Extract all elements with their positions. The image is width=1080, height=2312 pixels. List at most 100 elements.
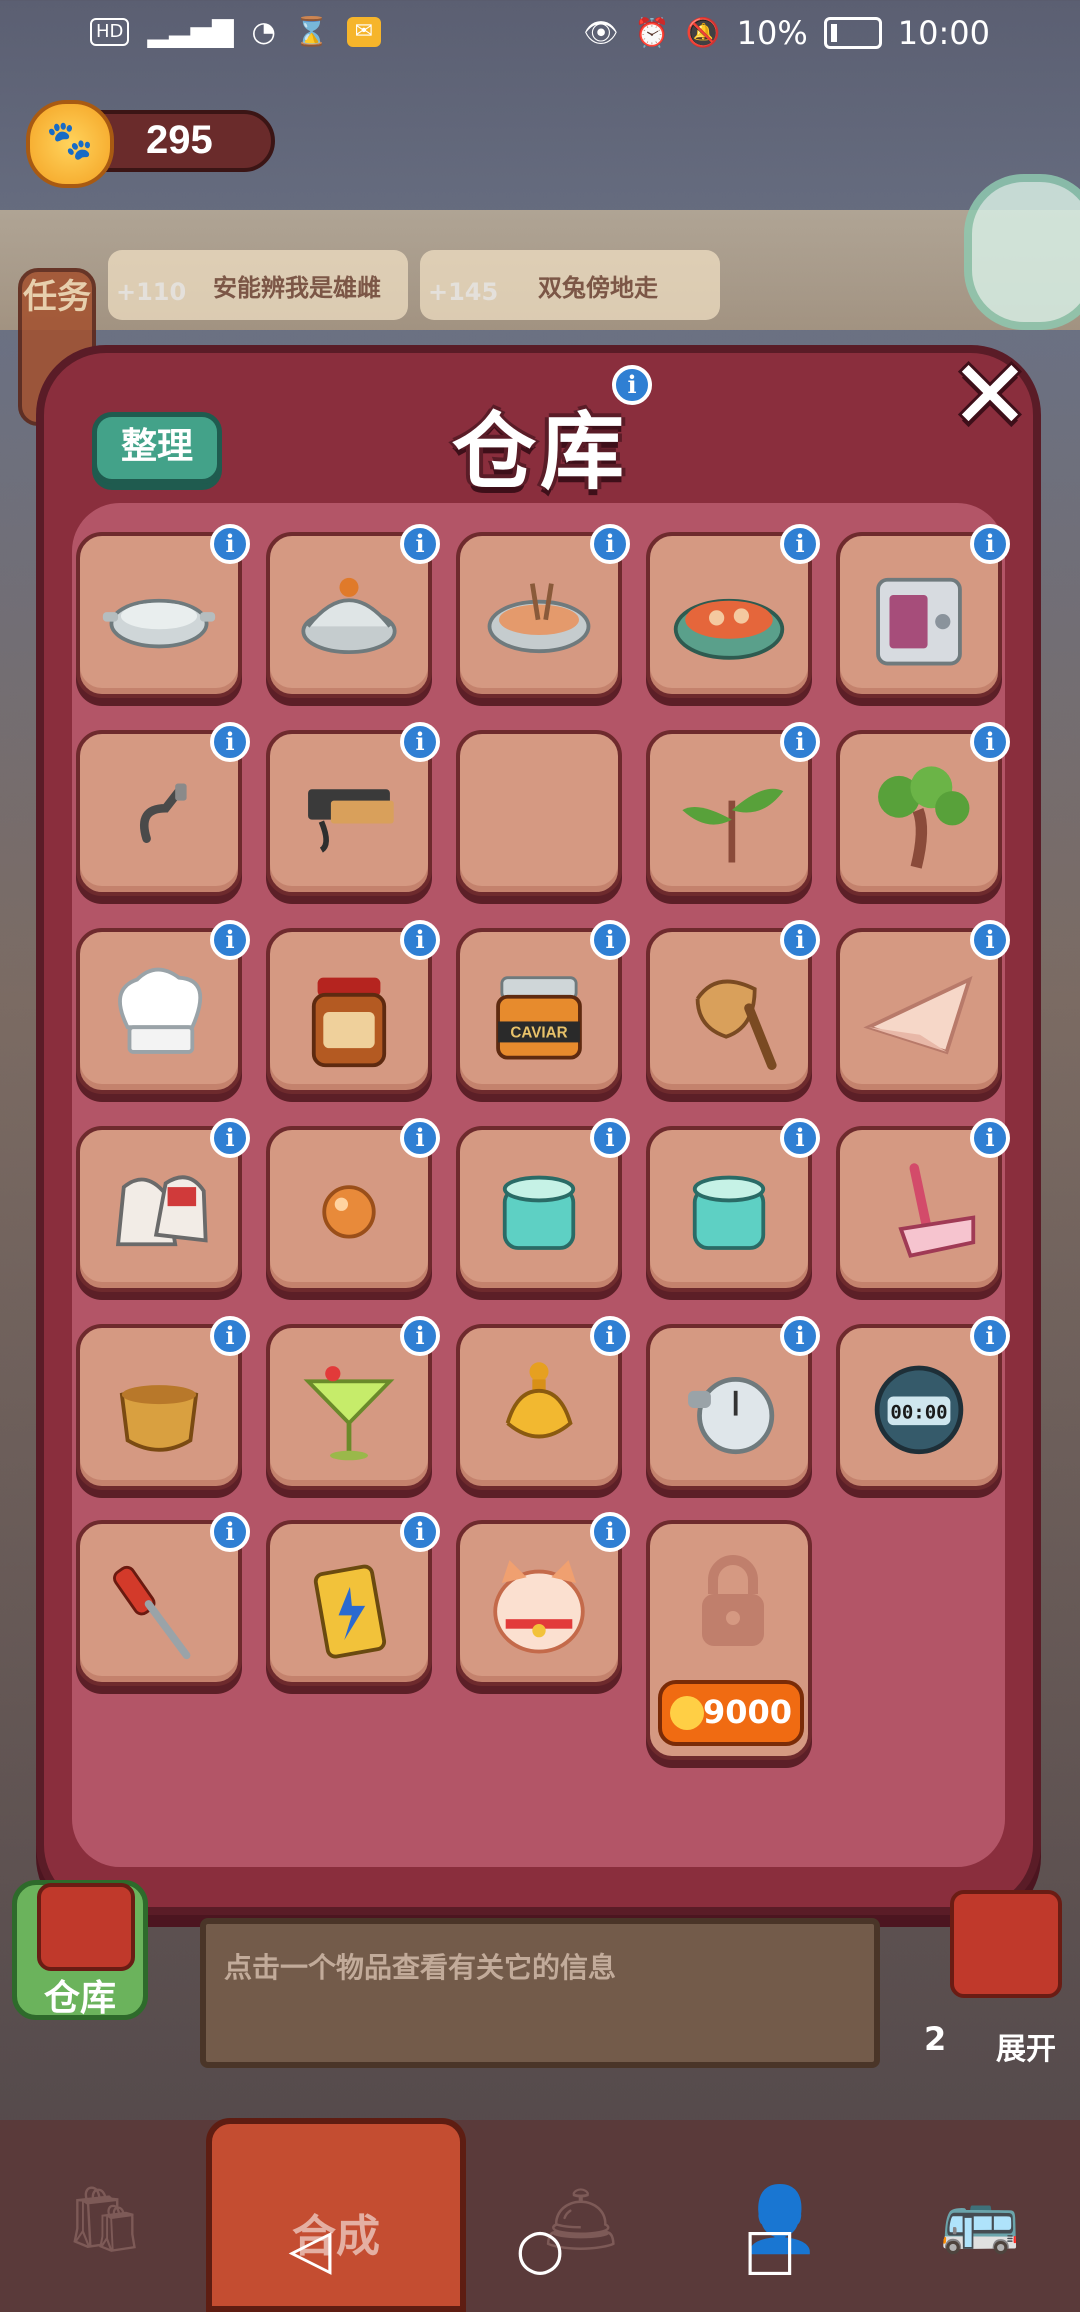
caviar-jar-icon: CAVIAR bbox=[496, 976, 582, 1060]
item-slot[interactable]: i bbox=[456, 1512, 630, 1686]
item-info-icon[interactable]: i bbox=[400, 1118, 440, 1158]
item-slot[interactable]: i bbox=[76, 1316, 250, 1490]
hotpot-icon bbox=[673, 598, 785, 660]
item-info-icon[interactable]: i bbox=[590, 1118, 630, 1158]
screwdriver-icon bbox=[113, 1565, 191, 1660]
item-info-icon[interactable]: i bbox=[400, 920, 440, 960]
hint-text: 点击一个物品查看有关它的信息 bbox=[224, 1951, 617, 1984]
home-icon[interactable]: ○ bbox=[510, 2220, 570, 2280]
item-slot[interactable]: i bbox=[266, 1118, 440, 1292]
sort-button[interactable]: 整理 bbox=[92, 412, 222, 484]
expand-label: 展开 bbox=[996, 2032, 1056, 2067]
close-icon[interactable]: ✕ bbox=[945, 347, 1035, 443]
warehouse-button[interactable]: 仓库 bbox=[12, 1880, 148, 2020]
item-info-icon[interactable]: i bbox=[970, 920, 1010, 960]
small-tree-icon bbox=[878, 766, 970, 869]
item-slot[interactable]: i bbox=[266, 1512, 440, 1686]
wooden-bowl-icon bbox=[119, 1385, 199, 1452]
item-slot[interactable]: i bbox=[836, 920, 1010, 1094]
hourglass-icon: ⌛ bbox=[293, 15, 329, 48]
item-info-icon[interactable]: i bbox=[590, 920, 630, 960]
item-slot[interactable]: i bbox=[76, 722, 250, 896]
item-slot[interactable]: i bbox=[266, 920, 440, 1094]
item-slot[interactable]: i bbox=[836, 1118, 1010, 1292]
item-info-icon[interactable]: i bbox=[780, 722, 820, 762]
chat-button[interactable] bbox=[964, 174, 1080, 330]
chest-icon bbox=[37, 1883, 135, 1971]
item-info-icon[interactable]: i bbox=[210, 1316, 250, 1356]
item-slot[interactable]: 00:00 i bbox=[836, 1316, 1010, 1490]
item-info-icon[interactable]: i bbox=[210, 1512, 250, 1552]
wooden-mallet-icon bbox=[695, 979, 777, 1071]
item-slot[interactable]: i bbox=[646, 920, 820, 1094]
task-chip[interactable]: +110 安能辨我是雄雌 bbox=[108, 250, 408, 320]
stopwatch-icon bbox=[688, 1377, 775, 1455]
energy-drink-icon bbox=[313, 1564, 387, 1659]
currency-amount: 295 bbox=[146, 118, 213, 162]
item-slot[interactable] bbox=[456, 730, 622, 896]
item-info-icon[interactable]: i bbox=[590, 1316, 630, 1356]
item-info-icon[interactable]: i bbox=[210, 1118, 250, 1158]
item-slot[interactable]: i bbox=[266, 524, 440, 698]
unlock-price-button[interactable]: 9000 bbox=[658, 1680, 804, 1746]
orange-ball-icon bbox=[322, 1185, 376, 1239]
paw-coin-icon: 🐾 bbox=[26, 100, 114, 188]
item-info-icon[interactable]: i bbox=[780, 920, 820, 960]
item-slot[interactable]: i bbox=[456, 1118, 630, 1292]
item-info-icon[interactable]: i bbox=[590, 524, 630, 564]
unlock-price: 9000 bbox=[702, 1693, 792, 1731]
item-slot[interactable]: i bbox=[456, 1316, 630, 1490]
item-info-icon[interactable]: i bbox=[400, 524, 440, 564]
item-info-icon[interactable]: i bbox=[970, 722, 1010, 762]
item-slot[interactable]: i bbox=[836, 722, 1010, 896]
item-slot[interactable]: i bbox=[76, 1118, 250, 1292]
locked-slot[interactable]: 9000 bbox=[646, 1520, 812, 1760]
item-slot[interactable]: i bbox=[646, 722, 820, 896]
title-info-icon[interactable]: i bbox=[612, 365, 652, 405]
item-slot[interactable]: CAVIAR i bbox=[456, 920, 630, 1094]
wall-shelf-icon bbox=[308, 789, 394, 853]
item-slot[interactable]: i bbox=[646, 1316, 820, 1490]
warehouse-label: 仓库 bbox=[43, 1978, 116, 2019]
item-slot[interactable]: i bbox=[266, 1316, 440, 1490]
item-info-icon[interactable]: i bbox=[400, 1512, 440, 1552]
item-info-icon[interactable]: i bbox=[210, 722, 250, 762]
item-info-icon[interactable]: i bbox=[780, 1316, 820, 1356]
task-chip[interactable]: +145 双兔傍地走 bbox=[420, 250, 720, 320]
item-info-icon[interactable]: i bbox=[210, 920, 250, 960]
item-info-icon[interactable]: i bbox=[400, 1316, 440, 1356]
hint-strip: 点击一个物品查看有关它的信息 bbox=[200, 1918, 880, 2068]
battery-percent: 10% bbox=[736, 14, 808, 52]
item-slot[interactable]: i bbox=[646, 1118, 820, 1292]
item-slot[interactable]: i bbox=[76, 524, 250, 698]
recent-apps-icon[interactable]: □ bbox=[740, 2220, 800, 2280]
system-nav-bar: ◁ ○ □ bbox=[0, 2200, 1080, 2312]
back-icon[interactable]: ◁ bbox=[280, 2220, 340, 2280]
item-slot[interactable]: i bbox=[76, 920, 250, 1094]
sauce-jar-icon bbox=[311, 977, 387, 1068]
item-slot[interactable]: i bbox=[836, 524, 1010, 698]
golden-bottle-icon bbox=[505, 1362, 573, 1439]
task-name: 安能辨我是雄雌 bbox=[213, 274, 381, 302]
item-slot[interactable]: i bbox=[76, 1512, 250, 1686]
task-name: 双兔傍地走 bbox=[538, 274, 658, 302]
clock: 10:00 bbox=[897, 14, 990, 52]
item-slot[interactable]: i bbox=[646, 524, 820, 698]
wall-hook-icon bbox=[139, 783, 187, 843]
razor-icon bbox=[898, 1163, 976, 1258]
item-info-icon[interactable]: i bbox=[210, 524, 250, 564]
task-bonus: +145 bbox=[428, 278, 499, 306]
hd-icon: HD bbox=[90, 18, 130, 46]
item-info-icon[interactable]: i bbox=[780, 1118, 820, 1158]
expand-button[interactable]: 2 展开 bbox=[910, 1890, 1080, 2080]
item-info-icon[interactable]: i bbox=[400, 722, 440, 762]
item-info-icon[interactable]: i bbox=[970, 1118, 1010, 1158]
empty-pot-icon bbox=[102, 598, 216, 649]
item-info-icon[interactable]: i bbox=[780, 524, 820, 564]
item-info-icon[interactable]: i bbox=[590, 1512, 630, 1552]
item-info-icon[interactable]: i bbox=[970, 524, 1010, 564]
item-slot[interactable]: i bbox=[456, 524, 630, 698]
item-info-icon[interactable]: i bbox=[970, 1316, 1010, 1356]
item-slot[interactable]: i bbox=[266, 722, 440, 896]
expand-count: 2 bbox=[924, 2020, 947, 2058]
